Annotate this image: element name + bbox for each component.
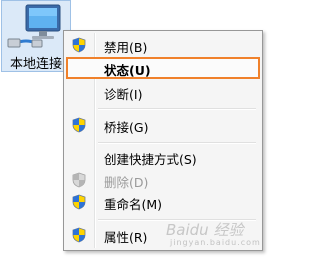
uac-shield-icon <box>72 172 86 188</box>
menu-item-create-shortcut[interactable]: 创建快捷方式(S) <box>66 146 260 168</box>
uac-shield-icon <box>72 227 86 243</box>
menu-item-label: 诊断(I) <box>104 87 143 102</box>
menu-item-delete[interactable]: 删除(D) <box>66 169 260 191</box>
screenshot-stage: 本地连接 禁用(B) 状态(U) 诊断(I) 桥接(G) 创建快捷方式(S) 删… <box>0 0 265 259</box>
menu-separator <box>98 142 256 144</box>
uac-shield-icon <box>72 37 86 53</box>
menu-item-label: 重命名(M) <box>104 197 163 212</box>
uac-shield-icon <box>72 117 86 133</box>
context-menu: 禁用(B) 状态(U) 诊断(I) 桥接(G) 创建快捷方式(S) 删除(D) … <box>63 30 263 251</box>
menu-item-rename[interactable]: 重命名(M) <box>66 191 260 213</box>
menu-item-status[interactable]: 状态(U) <box>66 57 260 79</box>
menu-item-bridge[interactable]: 桥接(G) <box>66 114 260 136</box>
menu-separator <box>98 108 256 110</box>
menu-item-label: 删除(D) <box>104 175 149 190</box>
uac-shield-icon <box>72 194 86 210</box>
baidu-watermark: Baidu 经验 <box>166 221 244 239</box>
menu-item-diagnose[interactable]: 诊断(I) <box>66 81 260 103</box>
menu-item-label: 创建快捷方式(S) <box>104 152 197 167</box>
menu-item-disable[interactable]: 禁用(B) <box>66 34 260 56</box>
baidu-watermark-url: jingyan.baidu.com <box>170 238 261 247</box>
menu-item-label: 桥接(G) <box>104 120 149 135</box>
menu-item-label: 状态(U) <box>104 63 151 78</box>
network-connection-label: 本地连接 <box>10 57 63 72</box>
computer-network-icon <box>7 4 61 48</box>
menu-item-label: 禁用(B) <box>104 40 148 55</box>
menu-item-label: 属性(R) <box>104 230 148 245</box>
